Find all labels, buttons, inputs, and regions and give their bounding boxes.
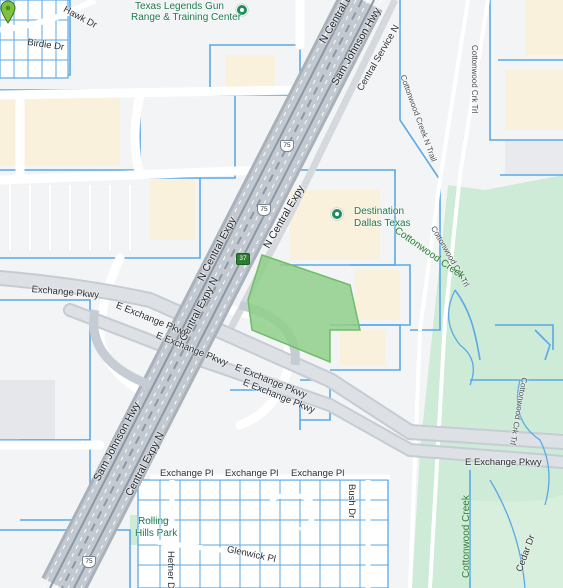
- poi-label-destination-line2[interactable]: Dallas Texas: [354, 219, 411, 229]
- road-label-exchange-pl-3: Exchange Pl: [291, 468, 345, 479]
- map-pin-icon[interactable]: [0, 0, 16, 24]
- exit-37-shield-icon: 37: [236, 253, 250, 265]
- poi-label-rolling-hills-line1[interactable]: Rolling: [138, 517, 169, 527]
- building-northeast: [505, 70, 563, 130]
- poi-label-rolling-hills-line2[interactable]: Hills Park: [135, 529, 177, 539]
- road-label-hefner-dr: Hefner Dr: [165, 551, 176, 588]
- us75-shield-icon-mid: 75: [257, 204, 271, 216]
- us75-shield-icon-top: 75: [280, 140, 294, 152]
- building-gun-range: [225, 55, 275, 90]
- building-northeast-grey: [505, 140, 563, 175]
- map-canvas[interactable]: Hawk Dr Birdie Dr N Central Expy Sam Joh…: [0, 0, 563, 588]
- building-east-2: [340, 330, 385, 365]
- road-label-e-exchange-pkwy-5: E Exchange Pkwy: [465, 457, 542, 468]
- road-label-bush-dr: Bush Dr: [346, 484, 357, 519]
- building-southwest: [0, 380, 55, 440]
- trail-label-cottonwood-crk-trl-1: Cottonwood Crk Trl: [470, 45, 479, 114]
- us75-shield-icon-bottom: 75: [82, 556, 96, 568]
- water-label-cottonwood-creek-2: Cottonwood Creek: [461, 495, 472, 578]
- building-northeast-top: [525, 0, 563, 55]
- building-west-small: [150, 180, 195, 240]
- building-east-1: [355, 270, 400, 320]
- poi-label-destination-line1[interactable]: Destination: [354, 207, 404, 217]
- road-label-exchange-pl-1: Exchange Pl: [160, 468, 214, 479]
- poi-marker-destination-dallas[interactable]: [331, 208, 343, 220]
- road-label-exchange-pl-2: Exchange Pl: [225, 468, 279, 479]
- poi-label-texas-legends-line2[interactable]: Range & Training Center: [131, 13, 241, 23]
- poi-label-texas-legends-line1[interactable]: Texas Legends Gun: [135, 2, 224, 12]
